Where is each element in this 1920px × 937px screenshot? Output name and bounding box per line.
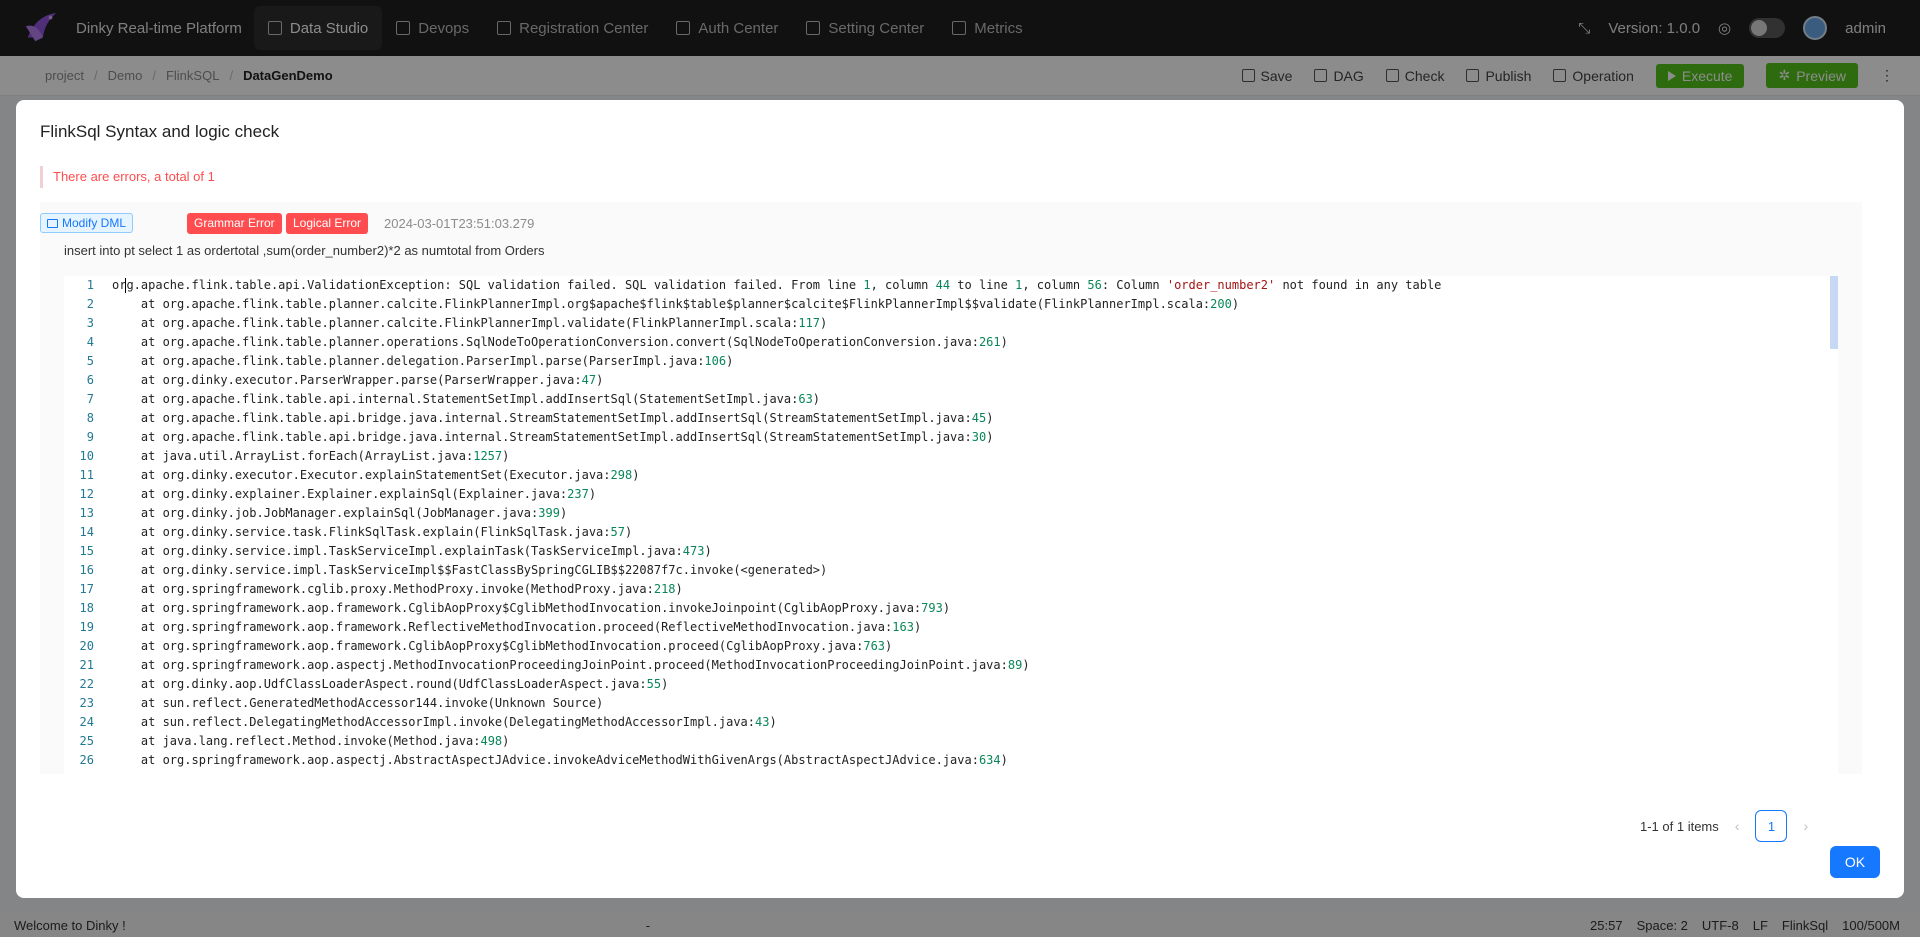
code-line: 11 at org.dinky.executor.Executor.explai…: [64, 466, 1838, 485]
line-content: at org.springframework.aop.aspectj.Abstr…: [112, 753, 1008, 767]
prev-page-icon[interactable]: ‹: [1735, 818, 1740, 834]
line-number: 5: [86, 354, 94, 368]
line-content: at org.dinky.aop.UdfClassLoaderAspect.ro…: [112, 677, 669, 691]
code-line: 5 at org.apache.flink.table.planner.dele…: [64, 352, 1838, 371]
modal-title: FlinkSql Syntax and logic check: [40, 122, 280, 141]
line-content: at org.apache.flink.table.planner.calcit…: [112, 297, 1240, 311]
line-content: at org.springframework.aop.framework.Cgl…: [112, 601, 951, 615]
line-number: 22: [79, 677, 94, 691]
line-number: 6: [86, 373, 94, 387]
line-number: 24: [79, 715, 94, 729]
line-number: 10: [79, 449, 94, 463]
line-number: 15: [79, 544, 94, 558]
monitor-icon: [47, 218, 58, 228]
line-content: at org.springframework.cglib.proxy.Metho…: [112, 582, 683, 596]
line-content: at java.util.ArrayList.forEach(ArrayList…: [112, 449, 510, 463]
line-number: 8: [86, 411, 94, 425]
code-line: 13 at org.dinky.job.JobManager.explainSq…: [64, 504, 1838, 523]
line-number: 26: [79, 753, 94, 767]
line-content: at sun.reflect.GeneratedMethodAccessor14…: [112, 696, 604, 710]
timestamp: 2024-03-01T23:51:03.279: [384, 216, 535, 231]
code-line: 22 at org.dinky.aop.UdfClassLoaderAspect…: [64, 675, 1838, 694]
line-content: at java.lang.reflect.Method.invoke(Metho…: [112, 734, 510, 748]
code-line: 7 at org.apache.flink.table.api.internal…: [64, 390, 1838, 409]
next-page-icon[interactable]: ›: [1803, 818, 1808, 834]
line-content: at org.springframework.aop.framework.Ref…: [112, 620, 922, 634]
logic-error-tag: Logical Error: [286, 213, 369, 234]
line-content: at org.apache.flink.table.planner.calcit…: [112, 316, 828, 330]
line-content: at org.apache.flink.table.planner.delega…: [112, 354, 734, 368]
line-number: 4: [86, 335, 94, 349]
code-line: 24 at sun.reflect.DelegatingMethodAccess…: [64, 713, 1838, 732]
line-number: 23: [79, 696, 94, 710]
line-content: at org.dinky.service.impl.TaskServiceImp…: [112, 563, 828, 577]
code-line: 2 at org.apache.flink.table.planner.calc…: [64, 295, 1838, 314]
line-number: 2: [86, 297, 94, 311]
line-content: at org.dinky.explainer.Explainer.explain…: [112, 487, 597, 501]
line-content: at org.dinky.executor.ParserWrapper.pars…: [112, 373, 604, 387]
line-content: at org.dinky.executor.Executor.explainSt…: [112, 468, 640, 482]
line-number: 25: [79, 734, 94, 748]
grammar-error-tag: Grammar Error: [187, 213, 282, 234]
line-content: at org.apache.flink.table.api.bridge.jav…: [112, 411, 994, 425]
line-content: at org.apache.flink.table.api.internal.S…: [112, 392, 821, 406]
pagination-summary: 1-1 of 1 items: [1640, 818, 1719, 834]
line-number: 19: [79, 620, 94, 634]
line-number: 16: [79, 563, 94, 577]
line-content: org.apache.flink.table.api.ValidationExc…: [112, 278, 1442, 292]
code-line: 15 at org.dinky.service.impl.TaskService…: [64, 542, 1838, 561]
code-line: 10 at java.util.ArrayList.forEach(ArrayL…: [64, 447, 1838, 466]
line-content: at sun.reflect.DelegatingMethodAccessorI…: [112, 715, 777, 729]
page-number-button[interactable]: 1: [1755, 810, 1788, 842]
line-number: 11: [79, 468, 94, 482]
code-line: 4 at org.apache.flink.table.planner.oper…: [64, 333, 1838, 352]
code-line: 3 at org.apache.flink.table.planner.calc…: [64, 314, 1838, 333]
code-line: 25 at java.lang.reflect.Method.invoke(Me…: [64, 732, 1838, 751]
line-number: 12: [79, 487, 94, 501]
type-tag-label: Modify DML: [62, 216, 127, 230]
code-line: 6 at org.dinky.executor.ParserWrapper.pa…: [64, 371, 1838, 390]
code-line: 1 org.apache.flink.table.api.ValidationEx…: [64, 276, 1838, 295]
sql-statement: insert into pt select 1 as ordertotal ,s…: [64, 243, 545, 258]
line-content: at org.dinky.job.JobManager.explainSql(J…: [112, 506, 568, 520]
error-alert: There are errors, a total of 1: [40, 166, 1860, 188]
code-line: 14 at org.dinky.service.task.FlinkSqlTas…: [64, 523, 1838, 542]
type-tag: Modify DML: [40, 213, 134, 233]
line-content: at org.apache.flink.table.planner.operat…: [112, 335, 1008, 349]
code-line: 18 at org.springframework.aop.framework.…: [64, 599, 1838, 618]
code-line: 12 at org.dinky.explainer.Explainer.expl…: [64, 485, 1838, 504]
line-content: at org.dinky.service.task.FlinkSqlTask.e…: [112, 525, 633, 539]
code-line: 17 at org.springframework.cglib.proxy.Me…: [64, 580, 1838, 599]
code-line: 21 at org.springframework.aop.aspectj.Me…: [64, 656, 1838, 675]
code-line: 26 at org.springframework.aop.aspectj.Ab…: [64, 751, 1838, 770]
line-number: 3: [86, 316, 94, 330]
text-cursor: [125, 278, 126, 293]
line-content: at org.apache.flink.table.api.bridge.jav…: [112, 430, 994, 444]
code-line: 23 at sun.reflect.GeneratedMethodAccesso…: [64, 694, 1838, 713]
code-line: 9 at org.apache.flink.table.api.bridge.j…: [64, 428, 1838, 447]
line-number: 17: [79, 582, 94, 596]
syntax-check-modal: FlinkSql Syntax and logic check There ar…: [16, 100, 1904, 898]
line-number: 18: [79, 601, 94, 615]
line-number: 9: [86, 430, 94, 444]
line-number: 21: [79, 658, 94, 672]
line-content: at org.dinky.service.impl.TaskServiceImp…: [112, 544, 712, 558]
line-number: 13: [79, 506, 94, 520]
line-content: at org.springframework.aop.aspectj.Metho…: [112, 658, 1030, 672]
code-line: 16 at org.dinky.service.impl.TaskService…: [64, 561, 1838, 580]
scrollbar-thumb[interactable]: [1830, 276, 1838, 349]
pagination: 1-1 of 1 items ‹ 1 ›: [1640, 810, 1808, 842]
ok-button[interactable]: OK: [1830, 846, 1880, 878]
line-number: 1: [86, 278, 94, 292]
code-line: 20 at org.springframework.aop.framework.…: [64, 637, 1838, 656]
line-number: 7: [86, 392, 94, 406]
code-line: 19 at org.springframework.aop.framework.…: [64, 618, 1838, 637]
line-content: at org.springframework.aop.framework.Cgl…: [112, 639, 893, 653]
code-line: 8 at org.apache.flink.table.api.bridge.j…: [64, 409, 1838, 428]
line-number: 20: [79, 639, 94, 653]
line-number: 14: [79, 525, 94, 539]
stacktrace-code-view[interactable]: 1 org.apache.flink.table.api.ValidationEx…: [64, 276, 1838, 776]
